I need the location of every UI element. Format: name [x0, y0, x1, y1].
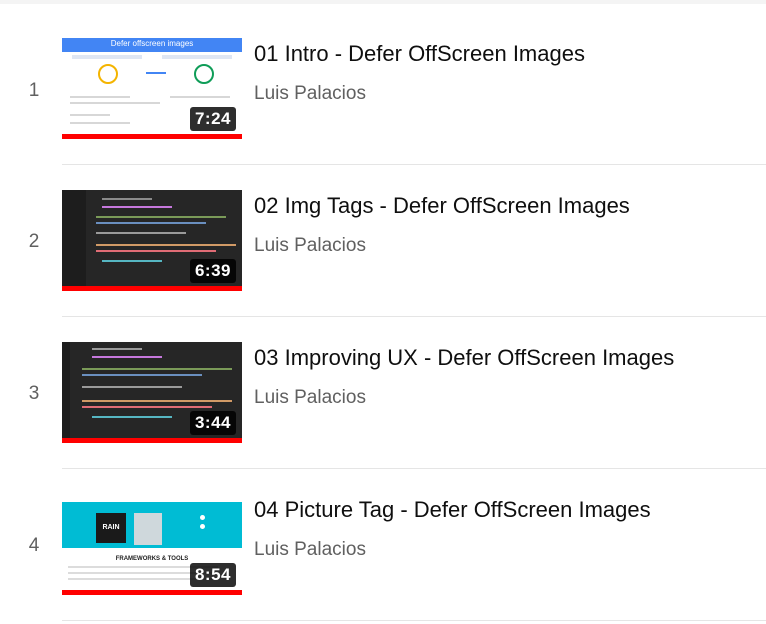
item-index: 2: [28, 231, 40, 252]
dot-icon: [200, 515, 205, 520]
thumbnail-text-line: [70, 114, 110, 116]
hexagon-logo-icon: [134, 513, 162, 545]
code-line: [96, 244, 236, 246]
code-line: [102, 260, 162, 262]
thumbnail-text-line: [70, 96, 130, 98]
playlist-item[interactable]: 2 6:39 02 Img Tags - Defer OffScreen Ima…: [0, 165, 766, 317]
channel-name[interactable]: Luis Palacios: [254, 387, 366, 409]
playlist-item[interactable]: 4 RAIN FRAMEWORKS & TOOLS 8:54 04 Pictur…: [0, 469, 766, 621]
code-line: [82, 368, 232, 370]
thumbnail-heading: Defer offscreen images: [110, 39, 194, 48]
watch-progress: [62, 438, 242, 443]
code-line: [96, 232, 186, 234]
code-line: [96, 250, 216, 252]
code-line: [102, 206, 172, 208]
item-index: 4: [28, 535, 40, 556]
code-line: [82, 406, 212, 408]
video-thumbnail[interactable]: 6:39: [62, 190, 242, 291]
channel-name[interactable]: Luis Palacios: [254, 235, 366, 257]
video-title[interactable]: 04 Picture Tag - Defer OffScreen Images: [254, 497, 754, 523]
watch-progress: [62, 590, 242, 595]
code-line: [82, 386, 182, 388]
channel-name[interactable]: Luis Palacios: [254, 539, 366, 561]
code-line: [82, 400, 232, 402]
thumbnail-field: [72, 55, 142, 59]
editor-sidebar: [62, 342, 70, 443]
duration-badge: 7:24: [189, 107, 236, 131]
rain-badge: RAIN: [96, 513, 126, 543]
playlist-item[interactable]: 3 3:44 03 Improving UX - Defer OffScreen…: [0, 317, 766, 469]
item-index: 3: [28, 383, 40, 404]
divider: [62, 620, 766, 621]
thumbnail-text-line: [70, 122, 130, 124]
watch-progress-fill: [62, 286, 242, 291]
duration-badge: 8:54: [189, 563, 236, 587]
watch-progress-fill: [62, 590, 242, 595]
code-line: [92, 356, 162, 358]
dot-icon: [200, 524, 205, 529]
thumbnail-text-line: [170, 96, 230, 98]
video-thumbnail[interactable]: RAIN FRAMEWORKS & TOOLS 8:54: [62, 494, 242, 595]
video-title[interactable]: 03 Improving UX - Defer OffScreen Images: [254, 345, 754, 371]
score-circle-icon: [98, 64, 118, 84]
code-line: [96, 216, 226, 218]
playlist-item[interactable]: 1 Defer offscreen images 7:24 01 Intro -…: [0, 12, 766, 164]
editor-sidebar: [62, 190, 86, 291]
playlist: 1 Defer offscreen images 7:24 01 Intro -…: [0, 0, 766, 624]
video-title[interactable]: 01 Intro - Defer OffScreen Images: [254, 41, 754, 67]
watch-progress: [62, 134, 242, 139]
video-thumbnail[interactable]: Defer offscreen images 7:24: [62, 38, 242, 139]
thumbnail-banner: RAIN: [62, 502, 242, 548]
code-line: [102, 198, 152, 200]
code-line: [82, 374, 202, 376]
duration-badge: 3:44: [189, 411, 236, 435]
thumbnail-text-line: [70, 102, 160, 104]
code-line: [96, 222, 206, 224]
video-title[interactable]: 02 Img Tags - Defer OffScreen Images: [254, 193, 754, 219]
code-line: [92, 348, 142, 350]
watch-progress-fill: [62, 134, 242, 139]
item-index: 1: [28, 80, 40, 101]
thumbnail-caption: FRAMEWORKS & TOOLS: [115, 556, 189, 562]
watch-progress-fill: [62, 438, 242, 443]
channel-name[interactable]: Luis Palacios: [254, 83, 366, 105]
duration-badge: 6:39: [189, 259, 236, 283]
code-line: [92, 416, 172, 418]
video-thumbnail[interactable]: 3:44: [62, 342, 242, 443]
arrow-right-icon: [146, 72, 166, 74]
thumbnail-field: [162, 55, 232, 59]
score-circle-icon: [194, 64, 214, 84]
watch-progress: [62, 286, 242, 291]
